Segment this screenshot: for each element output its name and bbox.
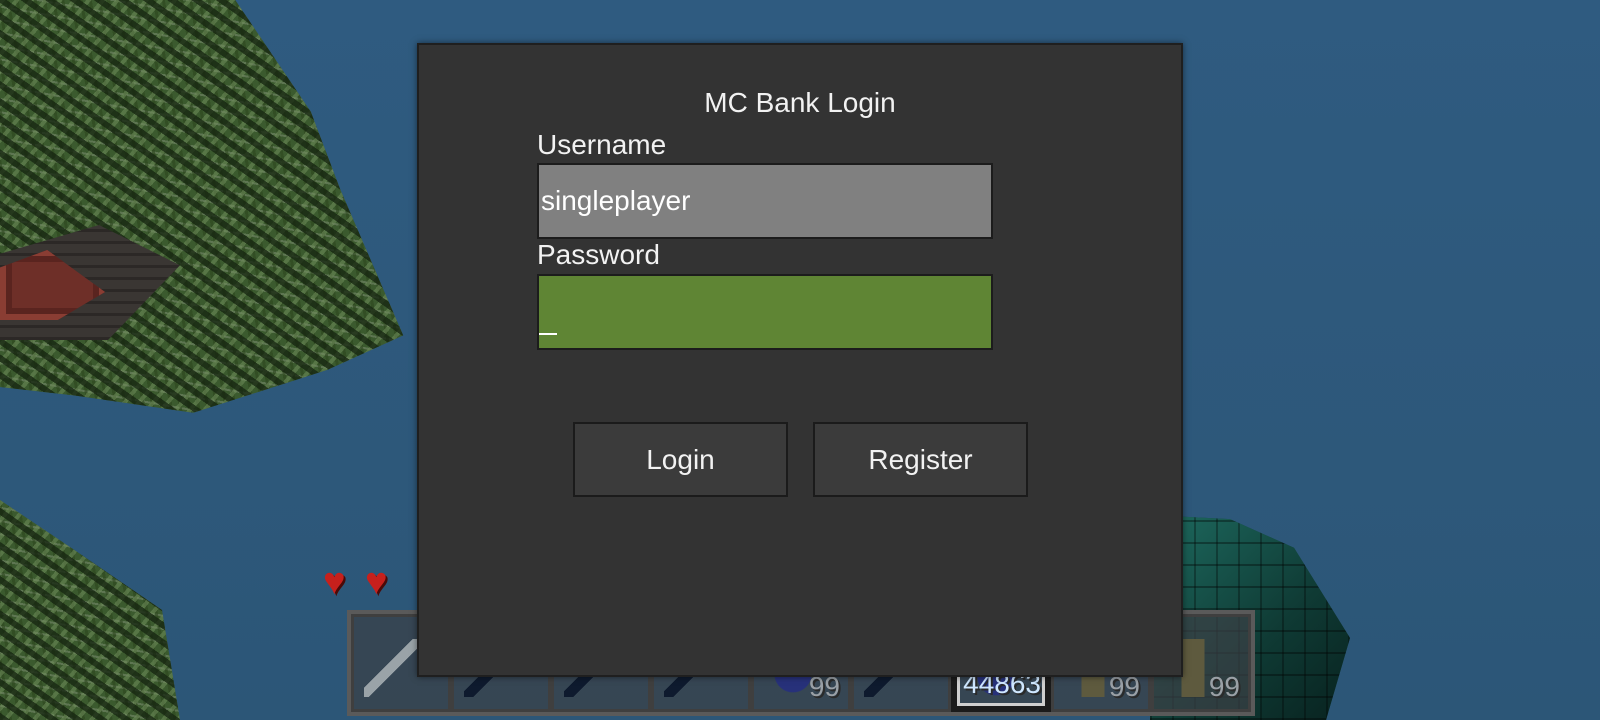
heart-icon: ♥	[323, 561, 346, 603]
bank-login-dialog: MC Bank Login Username Password Login Re…	[417, 43, 1183, 677]
username-input[interactable]	[537, 163, 993, 239]
text-cursor	[539, 333, 557, 335]
dialog-title: MC Bank Login	[704, 87, 896, 118]
slot-count: 99	[1208, 671, 1240, 702]
register-button[interactable]: Register	[813, 422, 1028, 497]
health-bar: ♥ ♥	[323, 561, 401, 603]
login-button[interactable]: Login	[573, 422, 788, 497]
password-label: Password	[537, 239, 660, 270]
iron-sword-icon	[364, 639, 422, 697]
username-label: Username	[537, 129, 667, 160]
password-input[interactable]	[537, 274, 993, 350]
heart-icon: ♥	[365, 561, 388, 603]
